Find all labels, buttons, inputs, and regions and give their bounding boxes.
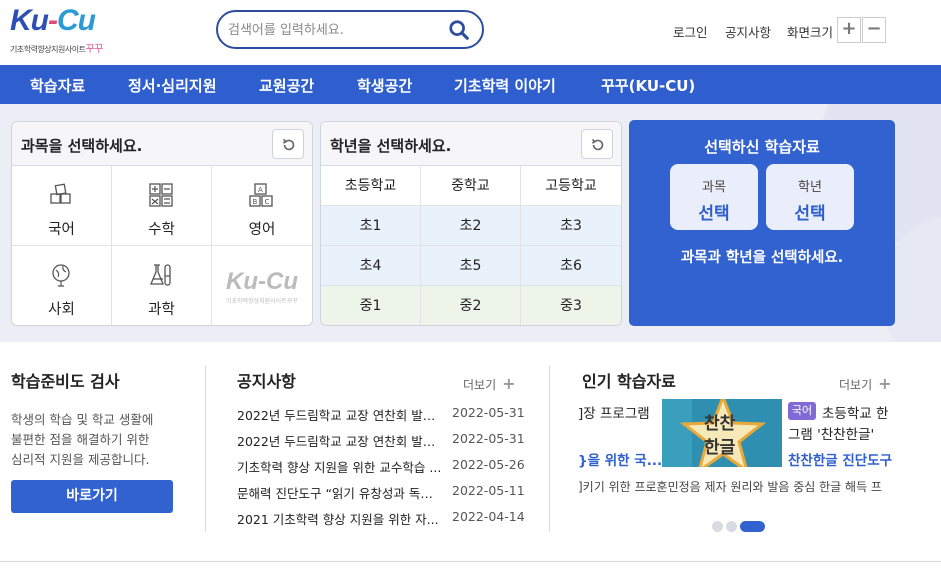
- subject-korean[interactable]: 국어: [12, 166, 112, 246]
- grade-header-high: 고등학교: [521, 166, 621, 206]
- readiness-desc: 불편한 점을 해결하기 위한: [11, 432, 150, 447]
- popular-item-link[interactable]: }을 위한 국...: [578, 449, 662, 469]
- popular-carousel: ]장 프로그램 }을 위한 국... 찬찬 한글 국어 초등학교 한 그램 '찬…: [578, 396, 896, 500]
- popular-item-title[interactable]: 그램 '찬찬한글': [788, 423, 874, 443]
- popular-item-link[interactable]: 찬찬한글 진단도구: [788, 449, 892, 469]
- svg-text:A: A: [258, 186, 263, 194]
- reset-icon: [591, 138, 604, 151]
- zoom-in-button[interactable]: +: [837, 17, 861, 43]
- subject-panel: 과목을 선택하세요. 국어 수학 A B C 영어 사회 과학 Ku-Cu 기초…: [11, 121, 313, 326]
- korean-blocks-icon: [50, 183, 71, 204]
- grade-panel: 학년을 선택하세요. 초등학교 중학교 고등학교 초1 초2 초3 초4 초5 …: [320, 121, 622, 326]
- abc-blocks-icon: A B C: [249, 183, 273, 207]
- grade-option[interactable]: 초1: [321, 206, 421, 246]
- readiness-title: 학습준비도 검사: [11, 372, 120, 391]
- subject-social[interactable]: 사회: [12, 246, 112, 325]
- result-title: 선택하신 학습자료: [704, 138, 820, 156]
- readiness-go-button[interactable]: 바로가기: [11, 480, 173, 513]
- grade-panel-title: 학년을 선택하세요.: [330, 137, 452, 155]
- svg-text:B: B: [253, 198, 258, 206]
- kucu-watermark-logo: Ku-Cu 기초학력향상지원사이트꾸꾸: [212, 246, 312, 325]
- carousel-dot-active[interactable]: [740, 521, 765, 532]
- svg-text:C: C: [265, 198, 270, 206]
- nav-item-emotional-support[interactable]: 정서·심리지원: [128, 75, 217, 96]
- search-box: [216, 10, 484, 49]
- notice-more-link[interactable]: 더보기 +: [463, 374, 516, 393]
- nav-item-stories[interactable]: 기초학력 이야기: [454, 75, 556, 96]
- notice-item[interactable]: 2022년 두드림학교 교장 연찬회 발표... 2022-05-31: [237, 405, 537, 423]
- divider: [549, 366, 550, 532]
- notice-item[interactable]: 2021 기초학력 향상 지원을 위한 자... 2022-04-14: [237, 509, 537, 527]
- header: Ku-Cu 기초학력향상지원사이트꾸꾸 로그인 공지사항 화면크기 + −: [0, 0, 941, 65]
- selection-result-panel: 선택하신 학습자료 과목 선택 학년 선택 과목과 학년을 선택하세요.: [629, 120, 895, 326]
- popular-item-desc: ]키기 위한 프로훈민정음 제자 원리와 발음 중심 한글 해득 프: [578, 480, 882, 494]
- readiness-desc: 심리적 지원을 제공합니다.: [11, 452, 150, 467]
- hero-section: 과목을 선택하세요. 국어 수학 A B C 영어 사회 과학 Ku-Cu 기초…: [0, 104, 941, 342]
- notice-item[interactable]: 기초학력 향상 지원을 위한 교수학습 ... 2022-05-26: [237, 457, 537, 475]
- divider: [205, 366, 206, 532]
- grade-reset-button[interactable]: [581, 129, 613, 159]
- grade-option[interactable]: 초2: [421, 206, 521, 246]
- grade-option[interactable]: 초5: [421, 246, 521, 286]
- popular-more-link[interactable]: 더보기 +: [839, 374, 892, 393]
- subject-reset-button[interactable]: [272, 129, 304, 159]
- selected-subject-box: 과목 선택: [670, 164, 758, 230]
- nav-item-students[interactable]: 학생공간: [357, 75, 412, 96]
- divider: [0, 561, 941, 562]
- subject-math[interactable]: 수학: [112, 166, 212, 246]
- subject-panel-title: 과목을 선택하세요.: [21, 137, 143, 155]
- plus-icon: +: [502, 374, 516, 393]
- grade-option[interactable]: 중2: [421, 286, 521, 325]
- zoom-label: 화면크기: [787, 25, 834, 40]
- popular-section-title: 인기 학습자료: [582, 372, 676, 391]
- grade-option[interactable]: 중3: [521, 286, 621, 325]
- math-operators-icon: [149, 183, 173, 207]
- chanchan-hangul-thumbnail[interactable]: 찬찬 한글: [662, 399, 782, 467]
- grade-option[interactable]: 중1: [321, 286, 421, 325]
- grade-header-middle: 중학교: [421, 166, 521, 206]
- readiness-desc: 학생의 학습 및 학교 생활에: [11, 412, 154, 427]
- grade-option[interactable]: 초3: [521, 206, 621, 246]
- popular-item-title[interactable]: ]장 프로그램: [578, 402, 650, 422]
- plus-icon: +: [878, 374, 892, 393]
- login-link[interactable]: 로그인: [673, 22, 708, 41]
- reset-icon: [282, 138, 295, 151]
- site-logo[interactable]: Ku-Cu 기초학력향상지원사이트꾸꾸: [10, 4, 120, 56]
- carousel-dot[interactable]: [712, 521, 723, 532]
- grade-option[interactable]: 초6: [521, 246, 621, 286]
- notice-item[interactable]: 2022년 두드림학교 교장 연찬회 발표... 2022-05-31: [237, 431, 537, 449]
- carousel-dot[interactable]: [726, 521, 737, 532]
- subject-english[interactable]: A B C 영어: [212, 166, 312, 246]
- grade-header-elementary: 초등학교: [321, 166, 421, 206]
- search-input[interactable]: [228, 20, 448, 40]
- grade-option[interactable]: 초4: [321, 246, 421, 286]
- notice-section-title: 공지사항: [237, 372, 296, 391]
- notice-item[interactable]: 문해력 진단도구 “읽기 유창성과 독해... 2022-05-11: [237, 483, 537, 501]
- search-icon[interactable]: [448, 19, 470, 41]
- subject-badge: 국어: [788, 402, 816, 420]
- nav-item-kucu[interactable]: 꾸꾸(KU-CU): [601, 75, 695, 96]
- notice-link[interactable]: 공지사항: [725, 22, 771, 41]
- result-message: 과목과 학년을 선택하세요.: [680, 250, 844, 266]
- subject-science[interactable]: 과학: [112, 246, 212, 325]
- nav-item-teachers[interactable]: 교원공간: [259, 75, 314, 96]
- nav-item-learning[interactable]: 학습자료: [30, 75, 85, 96]
- flask-icon: [150, 264, 171, 286]
- main-nav: 학습자료 정서·심리지원 교원공간 학생공간 기초학력 이야기 꾸꾸(KU-CU…: [0, 65, 941, 104]
- globe-icon: [52, 264, 70, 287]
- selected-grade-box: 학년 선택: [766, 164, 854, 230]
- zoom-out-button[interactable]: −: [862, 17, 886, 43]
- popular-item-title[interactable]: 초등학교 한: [822, 402, 888, 422]
